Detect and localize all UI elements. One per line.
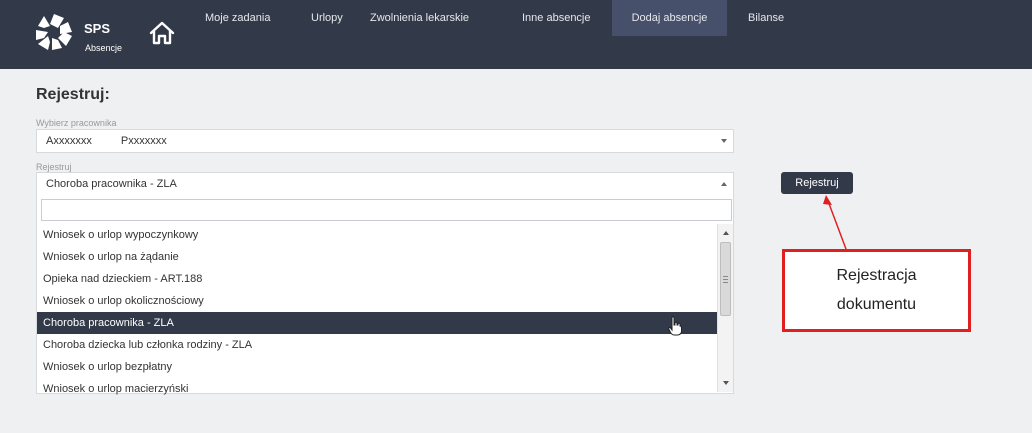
employee-select[interactable]: Axxxxxxx Pxxxxxxx xyxy=(36,129,734,153)
annotation-callout: Rejestracja dokumentu xyxy=(782,249,971,332)
list-item[interactable]: Wniosek o urlop macierzyński xyxy=(37,378,718,400)
brand-subtitle: Absencje xyxy=(85,43,123,53)
list-item[interactable]: Wniosek o urlop bezpłatny xyxy=(37,356,718,378)
nav-tab-zwolnienia-lekarskie[interactable]: Zwolnienia lekarskie xyxy=(360,0,479,36)
nav-tab-urlopy[interactable]: Urlopy xyxy=(301,0,353,36)
list-item[interactable]: Wniosek o urlop na żądanie xyxy=(37,246,718,268)
list-item[interactable]: Choroba dziecka lub członka rodziny - ZL… xyxy=(37,334,718,356)
chevron-up-icon xyxy=(721,182,727,186)
scroll-up-icon[interactable] xyxy=(723,231,729,235)
grip-line xyxy=(723,279,728,280)
employee-first-name: Axxxxxxx xyxy=(46,135,92,147)
brand-name: SPS xyxy=(84,21,111,36)
top-navigation-bar: SPS Absencje Moje zadania Urlopy Zwolnie… xyxy=(0,0,1032,69)
register-select-label: Rejestruj xyxy=(36,162,72,172)
nav-tab-moje-zadania[interactable]: Moje zadania xyxy=(195,0,280,36)
register-type-select[interactable]: Choroba pracownika - ZLA xyxy=(36,172,734,196)
register-button[interactable]: Rejestruj xyxy=(781,172,853,194)
list-item[interactable]: Wniosek o urlop wypoczynkowy xyxy=(37,224,718,246)
scroll-down-icon[interactable] xyxy=(723,381,729,385)
register-type-dropdown: Wniosek o urlop wypoczynkowy Wniosek o u… xyxy=(36,195,734,395)
dropdown-search-input[interactable] xyxy=(41,199,732,221)
list-item-selected[interactable]: Choroba pracownika - ZLA xyxy=(37,312,718,334)
register-type-value: Choroba pracownika - ZLA xyxy=(46,178,177,190)
grip-line xyxy=(723,282,728,283)
chevron-down-icon xyxy=(721,139,727,143)
list-item[interactable]: Wniosek o urlop okolicznościowy xyxy=(37,290,718,312)
nav-tab-inne-absencje[interactable]: Inne absencje xyxy=(512,0,601,36)
annotation-line-2: dokumentu xyxy=(836,296,917,313)
scrollbar-thumb[interactable] xyxy=(720,242,731,316)
employee-last-name: Pxxxxxxx xyxy=(120,135,167,147)
options-list: Wniosek o urlop wypoczynkowy Wniosek o u… xyxy=(37,224,718,400)
home-icon[interactable] xyxy=(148,20,176,46)
page-title: Rejestruj: xyxy=(36,86,110,103)
grip-line xyxy=(723,276,728,277)
sps-logo-icon[interactable] xyxy=(34,12,74,52)
list-item[interactable]: Opieka nad dzieckiem - ART.188 xyxy=(37,268,718,290)
hand-cursor-icon xyxy=(668,316,682,336)
annotation-line-1: Rejestracja xyxy=(836,267,917,284)
employee-select-label: Wybierz pracownika xyxy=(36,118,117,128)
nav-tab-dodaj-absencje[interactable]: Dodaj absencje xyxy=(612,0,727,36)
nav-tab-bilanse[interactable]: Bilanse xyxy=(738,0,794,36)
dropdown-scrollbar[interactable] xyxy=(717,224,733,392)
